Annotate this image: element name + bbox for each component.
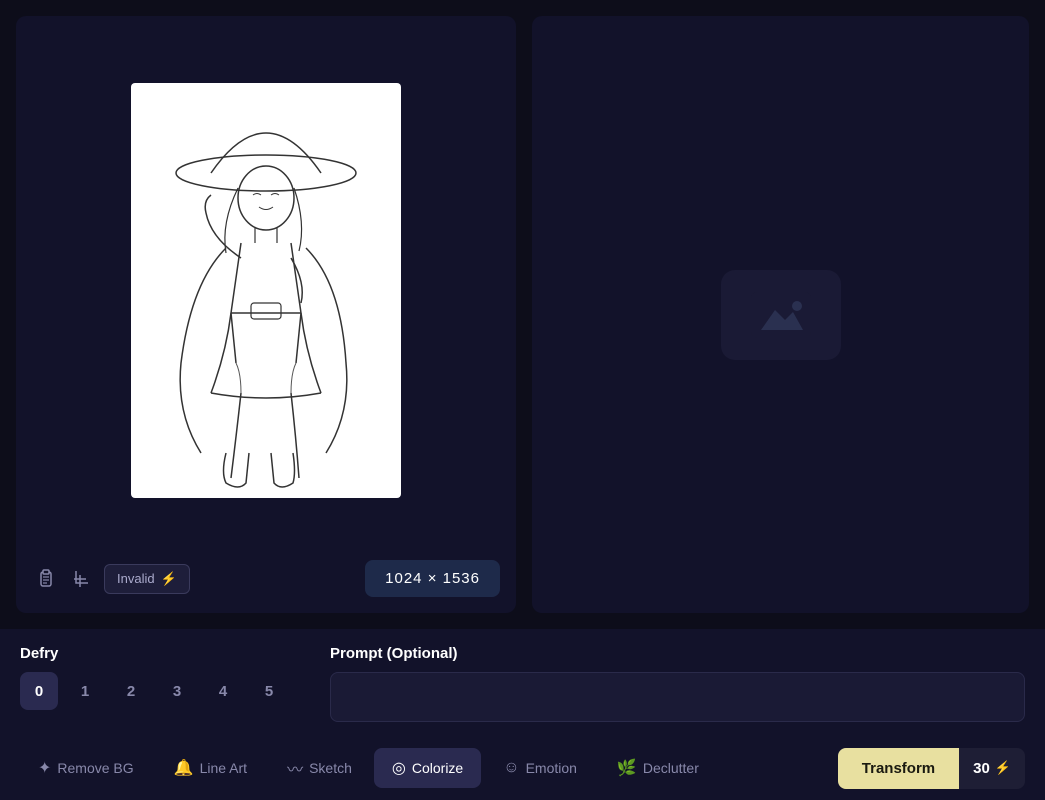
dimensions-text: 1024 × 1536 [385, 570, 480, 587]
remove-bg-icon: ✦ [38, 758, 51, 778]
bottom-panel: Defry 0 1 2 3 4 5 Prompt (Optional) ✦ Re… [0, 629, 1045, 800]
transform-button[interactable]: Transform [838, 748, 959, 789]
tab-declutter-label: Declutter [643, 760, 699, 776]
defry-btn-4[interactable]: 4 [204, 672, 242, 710]
tab-bar: ✦ Remove BG 🔔 Line Art 〰 Sketch ◎ Colori… [20, 736, 1025, 800]
dimensions-badge: 1024 × 1536 [365, 560, 500, 597]
colorize-icon: ◎ [392, 758, 406, 778]
left-panel: Invalid ⚡ 1024 × 1536 [16, 16, 516, 613]
source-sketch-image [131, 83, 401, 498]
defry-buttons: 0 1 2 3 4 5 [20, 672, 300, 710]
sketch-icon: 〰 [287, 756, 303, 780]
lightning-icon: ⚡ [161, 571, 177, 587]
main-area: Invalid ⚡ 1024 × 1536 [0, 0, 1045, 629]
tab-sketch-label: Sketch [309, 760, 352, 776]
defry-btn-0[interactable]: 0 [20, 672, 58, 710]
clipboard-button[interactable] [32, 565, 60, 593]
defry-btn-1[interactable]: 1 [66, 672, 104, 710]
tab-colorize[interactable]: ◎ Colorize [374, 748, 481, 788]
tab-colorize-label: Colorize [412, 760, 463, 776]
witch-sketch-svg [131, 83, 401, 498]
emotion-icon: ☺ [503, 759, 519, 777]
mountain-icon [751, 292, 811, 338]
tab-line-art[interactable]: 🔔 Line Art [156, 748, 265, 788]
defry-btn-3[interactable]: 3 [158, 672, 196, 710]
tab-sketch[interactable]: 〰 Sketch [269, 746, 370, 790]
image-toolbar: Invalid ⚡ 1024 × 1536 [32, 560, 500, 597]
action-area: Transform 30 ⚡ [838, 748, 1025, 789]
prompt-section: Prompt (Optional) [330, 645, 1025, 722]
count-value: 30 [973, 760, 990, 777]
defry-label: Defry [20, 645, 300, 662]
invalid-label: Invalid [117, 571, 155, 586]
output-placeholder [721, 270, 841, 360]
tab-remove-bg[interactable]: ✦ Remove BG [20, 748, 152, 788]
controls-row: Defry 0 1 2 3 4 5 Prompt (Optional) [20, 645, 1025, 736]
tab-line-art-label: Line Art [200, 760, 247, 776]
defry-btn-2[interactable]: 2 [112, 672, 150, 710]
tab-remove-bg-label: Remove BG [57, 760, 133, 776]
defry-section: Defry 0 1 2 3 4 5 [20, 645, 300, 722]
prompt-label: Prompt (Optional) [330, 645, 1025, 662]
prompt-input[interactable] [330, 672, 1025, 722]
count-button[interactable]: 30 ⚡ [959, 748, 1025, 789]
right-panel [532, 16, 1029, 613]
invalid-badge[interactable]: Invalid ⚡ [104, 564, 190, 594]
tab-emotion-label: Emotion [526, 760, 577, 776]
tab-declutter[interactable]: 🌿 Declutter [599, 748, 717, 788]
source-image-container [32, 32, 500, 548]
defry-btn-5[interactable]: 5 [250, 672, 288, 710]
tab-emotion[interactable]: ☺ Emotion [485, 749, 595, 787]
transform-label: Transform [862, 760, 935, 777]
count-lightning-icon: ⚡ [995, 760, 1011, 776]
declutter-icon: 🌿 [617, 758, 637, 778]
line-art-icon: 🔔 [174, 758, 194, 778]
crop-button[interactable] [68, 565, 96, 593]
